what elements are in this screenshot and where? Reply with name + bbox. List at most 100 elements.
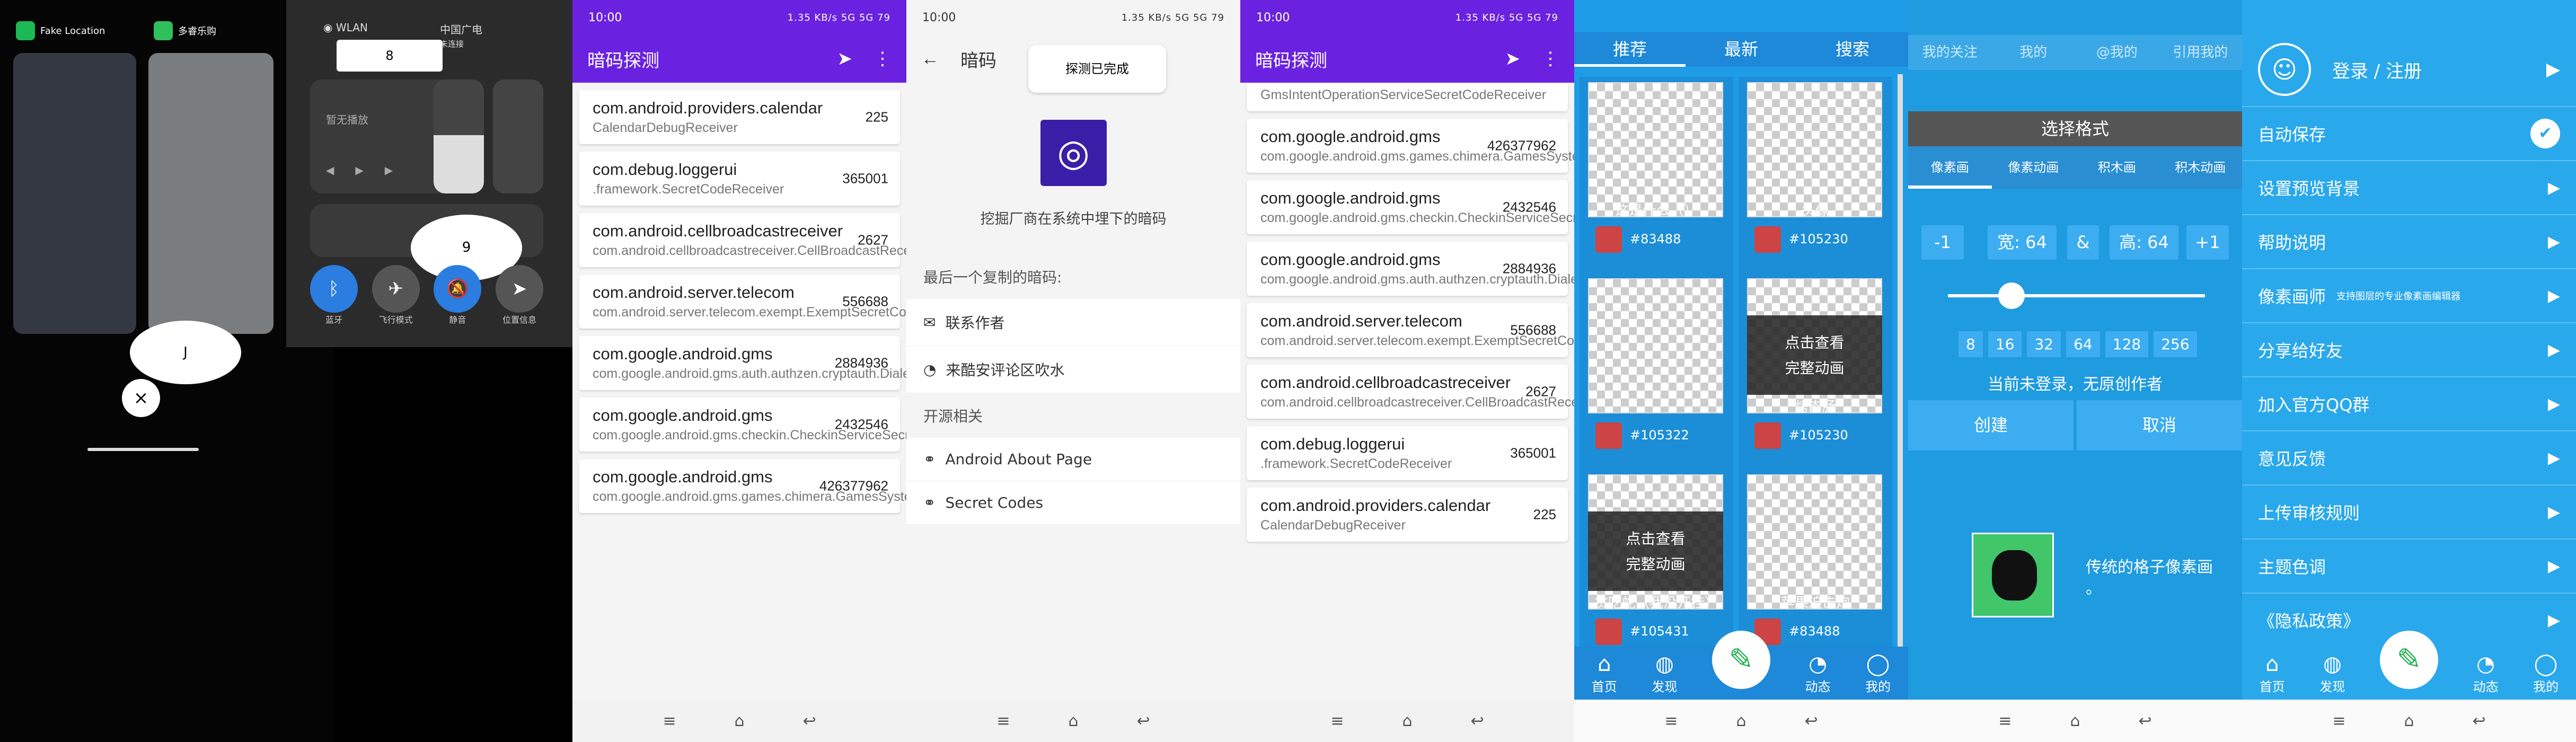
nav-home[interactable]: ⌂ 首页 — [1592, 652, 1617, 695]
back-nav-icon[interactable]: ↩ — [2473, 712, 2486, 730]
code-card[interactable]: com.debug.loggerui .framework.SecretCodeR… — [579, 152, 900, 206]
silent-toggle[interactable]: 🔕 静音 — [434, 265, 482, 325]
menu-item[interactable]: 自动保存 ✔ — [2242, 107, 2576, 161]
size-preset-button[interactable]: 16 — [1988, 331, 2022, 357]
artwork-card[interactable]: 苹果迫击炮 #83488 — [1739, 469, 1892, 665]
size-preset-button[interactable]: 64 — [2066, 331, 2100, 357]
more-icon[interactable]: ⋮ — [1541, 48, 1559, 69]
back-nav-icon[interactable]: ↩ — [1137, 712, 1150, 730]
menu-nav-icon[interactable]: ≡ — [996, 712, 1010, 730]
code-card[interactable]: com.android.server.telecom com.android.se… — [1247, 303, 1574, 357]
airplane-toggle[interactable]: ✈ 飞行模式 — [372, 265, 420, 325]
task-card-1[interactable] — [13, 53, 136, 334]
home-nav-icon[interactable]: ⌂ — [2404, 712, 2414, 730]
nav-create[interactable]: ✎ — [1712, 631, 1770, 689]
login-row[interactable]: ☺ 登录 / 注册 ▶ — [2242, 33, 2576, 107]
width-field[interactable]: 宽: 64 — [1988, 225, 2057, 260]
nav-mine[interactable]: ◯ 我的 — [1865, 652, 1891, 695]
menu-nav-icon[interactable]: ≡ — [1998, 712, 2012, 730]
tab-latest[interactable]: 最新 — [1686, 32, 1797, 67]
code-card[interactable]: com.google.android.gms com.google.android… — [579, 398, 906, 452]
menu-item[interactable]: 意见反馈 ▶ — [2242, 431, 2576, 485]
artwork-card[interactable]: 头像 #105230 — [1739, 77, 1892, 273]
menu-item[interactable]: 主题色调 ▶ — [2242, 540, 2576, 594]
size-preset-button[interactable]: 256 — [2154, 331, 2197, 357]
size-preset-button[interactable]: 128 — [2105, 331, 2149, 357]
mobile-tile[interactable]: 中国广电 未连接 — [440, 21, 482, 49]
size-preset-button[interactable]: 32 — [2027, 331, 2061, 357]
home-nav-icon[interactable]: ⌂ — [1068, 712, 1078, 730]
back-nav-icon[interactable]: ↩ — [2139, 712, 2152, 730]
nav-discover[interactable]: ◍ 发现 — [2319, 652, 2345, 695]
code-card[interactable]: com.android.server.telecom com.android.se… — [579, 275, 906, 329]
opt-pixel[interactable]: 像素画 — [1908, 146, 1992, 189]
partial-card[interactable]: GmsIntentOperationServiceSecretCodeRecei… — [1247, 83, 1568, 111]
nav-feed[interactable]: ◔ 动态 — [2473, 652, 2499, 695]
send-icon[interactable]: ➤ — [837, 48, 853, 69]
secret-codes-row[interactable]: ⚭ Secret Codes — [906, 481, 1240, 525]
play-overlay[interactable]: 点击查看 完整动画 — [1747, 315, 1882, 395]
menu-nav-icon[interactable]: ≡ — [2332, 712, 2345, 730]
close-all-button[interactable]: × — [122, 379, 160, 417]
home-nav-icon[interactable]: ⌂ — [1736, 712, 1746, 730]
check-icon[interactable]: ✔ — [2530, 119, 2560, 148]
nav-mine[interactable]: ◯ 我的 — [2533, 652, 2559, 695]
code-card[interactable]: com.google.android.gms com.google.android… — [579, 459, 906, 513]
create-button[interactable]: 创建 — [1908, 400, 2074, 450]
input-box[interactable]: 8 — [337, 40, 443, 72]
artwork-card[interactable]: #105322 — [1580, 273, 1733, 469]
home-nav-icon[interactable]: ⌂ — [2070, 712, 2080, 730]
menu-item[interactable]: 像素画师 支持图层的专业像素画编辑器 ▶ — [2242, 269, 2576, 323]
cancel-button[interactable]: 取消 — [2077, 400, 2242, 450]
menu-item[interactable]: 分享给好友 ▶ — [2242, 323, 2576, 377]
brightness-slider[interactable] — [434, 80, 484, 193]
back-nav-icon[interactable]: ↩ — [1805, 712, 1818, 730]
location-toggle[interactable]: ➤ 位置信息 — [495, 265, 543, 325]
artwork-card[interactable]: 点击查看 完整动画 烤肉肠 #105230 — [1739, 273, 1892, 469]
code-card[interactable]: com.google.android.gms com.google.android… — [1247, 180, 1574, 234]
bluetooth-toggle[interactable]: ᛒ 蓝牙 — [310, 265, 358, 325]
code-card[interactable]: com.google.android.gms com.google.android… — [1247, 242, 1574, 296]
send-icon[interactable]: ➤ — [1505, 48, 1521, 69]
code-card[interactable]: com.android.providers.calendar CalendarDe… — [579, 90, 900, 144]
tab-recommend[interactable]: 推荐 — [1574, 32, 1686, 67]
scrollbar[interactable] — [1898, 74, 1903, 647]
volume-slider[interactable] — [493, 80, 543, 193]
opt-pixel-anim[interactable]: 像素动画 — [1992, 146, 2076, 189]
back-icon[interactable]: ← — [921, 49, 939, 69]
opt-block[interactable]: 积木画 — [2075, 146, 2159, 189]
home-nav-icon[interactable]: ⌂ — [734, 712, 744, 730]
code-card[interactable]: com.android.cellbroadcastreceiver com.and… — [1247, 365, 1574, 419]
menu-item[interactable]: 帮助说明 ▶ — [2242, 215, 2576, 269]
artwork-card[interactable]: 这是什么（） #83488 — [1580, 77, 1733, 273]
menu-nav-icon[interactable]: ≡ — [1664, 712, 1678, 730]
artwork-card[interactable]: 点击查看 完整动画 贪吃蛇（我没开挂） #105431 — [1580, 469, 1733, 665]
minus-button[interactable]: -1 — [1921, 225, 1964, 260]
menu-item[interactable]: 上传审核规则 ▶ — [2242, 485, 2576, 540]
menu-item[interactable]: 设置预览背景 ▶ — [2242, 161, 2576, 215]
back-nav-icon[interactable]: ↩ — [1471, 712, 1484, 730]
nav-create[interactable]: ✎ — [2379, 631, 2438, 689]
more-icon[interactable]: ⋮ — [874, 48, 892, 69]
back-nav-icon[interactable]: ↩ — [803, 712, 816, 730]
menu-item[interactable]: 加入官方QQ群 ▶ — [2242, 377, 2576, 431]
coolapk-row[interactable]: ◔ 来酷安评论区吹水 — [906, 346, 1240, 393]
nav-home[interactable]: ⌂ 首页 — [2260, 652, 2285, 695]
code-card[interactable]: com.google.android.gms com.google.android… — [1247, 119, 1574, 173]
size-slider[interactable] — [1948, 282, 2205, 309]
height-field[interactable]: 高: 64 — [2110, 225, 2178, 260]
code-card[interactable]: com.google.android.gms com.google.android… — [579, 336, 906, 390]
menu-nav-icon[interactable]: ≡ — [663, 712, 676, 730]
code-card[interactable]: com.android.cellbroadcastreceiver com.and… — [579, 213, 906, 267]
size-preset-button[interactable]: 8 — [1959, 331, 1983, 357]
home-nav-icon[interactable]: ⌂ — [1402, 712, 1412, 730]
wlan-tile[interactable]: ◉ WLAN — [323, 21, 368, 34]
code-card[interactable]: com.android.providers.calendar CalendarDe… — [1247, 488, 1568, 542]
plus-button[interactable]: +1 — [2186, 225, 2229, 260]
android-about-row[interactable]: ⚭ Android About Page — [906, 438, 1240, 481]
contact-author-row[interactable]: ✉ 联系作者 — [906, 299, 1240, 346]
code-card[interactable]: com.debug.loggerui .framework.SecretCodeR… — [1247, 426, 1568, 480]
nav-discover[interactable]: ◍ 发现 — [1652, 652, 1677, 695]
media-card[interactable]: 暂无播放 ◀▶▶ — [310, 80, 453, 193]
tab-search[interactable]: 搜索 — [1797, 32, 1908, 67]
